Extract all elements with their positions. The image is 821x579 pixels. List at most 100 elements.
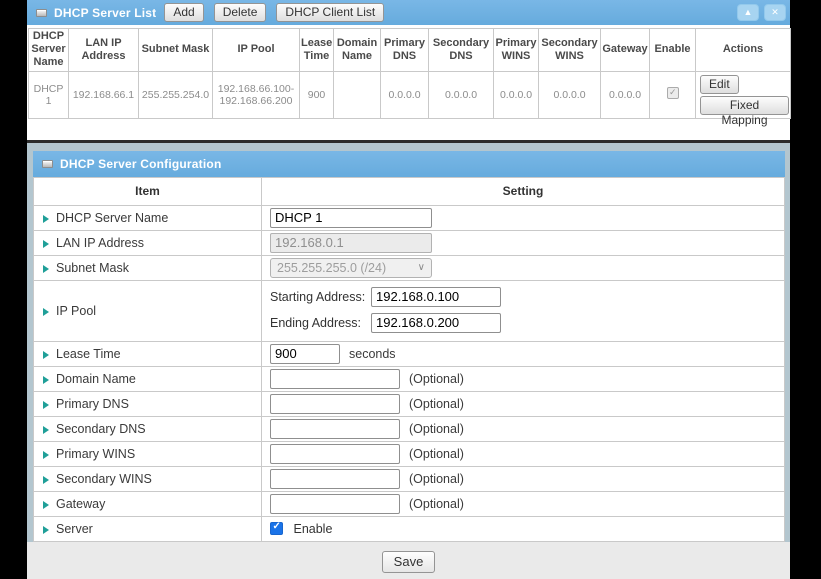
cell-primary-wins: 0.0.0.0 xyxy=(494,71,539,118)
row-label: Subnet Mask xyxy=(56,261,129,275)
close-button[interactable]: ✕ xyxy=(764,4,786,21)
row-label: DHCP Server Name xyxy=(56,211,168,225)
dhcp-server-list-table: DHCP Server Name LAN IP Address Subnet M… xyxy=(28,28,791,119)
dhcp-server-configuration-panel: DHCP Server Configuration Item Setting D… xyxy=(27,143,790,542)
row-lease-time: Lease Time seconds xyxy=(34,341,785,366)
row-secondary-dns: Secondary DNS (Optional) xyxy=(34,416,785,441)
section-gap xyxy=(27,119,790,140)
row-label: Secondary WINS xyxy=(56,472,152,486)
setting-column-header: Setting xyxy=(262,177,785,205)
table-row: DHCP 1 192.168.66.1 255.255.254.0 192.16… xyxy=(29,71,791,118)
optional-hint: (Optional) xyxy=(409,397,464,411)
row-enable-checkbox xyxy=(667,87,679,99)
row-label: Server xyxy=(56,522,93,536)
page-content: DHCP Server List Add Delete DHCP Client … xyxy=(27,0,790,567)
window-controls: ▲ ✕ xyxy=(737,4,790,21)
row-label: Primary WINS xyxy=(56,447,135,461)
domain-name-input[interactable] xyxy=(270,369,400,389)
starting-address-label: Starting Address: xyxy=(270,290,371,304)
panel-title: DHCP Server List xyxy=(54,6,156,20)
row-dhcp-server-name: DHCP Server Name xyxy=(34,205,785,230)
panel-title: DHCP Server Configuration xyxy=(60,157,221,171)
lease-time-unit: seconds xyxy=(349,347,396,361)
optional-hint: (Optional) xyxy=(409,372,464,386)
row-label: Lease Time xyxy=(56,347,121,361)
column-header: IP Pool xyxy=(213,29,300,72)
collapse-button[interactable]: ▲ xyxy=(737,4,759,21)
column-header: Primary DNS xyxy=(381,29,429,72)
row-gateway: Gateway (Optional) xyxy=(34,491,785,516)
column-header: LAN IP Address xyxy=(69,29,139,72)
footer-bar: Save xyxy=(27,542,790,579)
row-domain-name: Domain Name (Optional) xyxy=(34,366,785,391)
optional-hint: (Optional) xyxy=(409,472,464,486)
row-label: Domain Name xyxy=(56,372,136,386)
cell-lan-ip: 192.168.66.1 xyxy=(69,71,139,118)
item-arrow-icon xyxy=(43,426,49,434)
secondary-dns-input[interactable] xyxy=(270,419,400,439)
collapse-icon: ▲ xyxy=(744,8,753,17)
item-arrow-icon xyxy=(43,526,49,534)
item-arrow-icon xyxy=(43,215,49,223)
cell-dhcp-server-name: DHCP 1 xyxy=(29,71,69,118)
delete-button[interactable]: Delete xyxy=(214,3,267,22)
fixed-mapping-button[interactable]: Fixed Mapping xyxy=(700,96,789,115)
column-header: Actions xyxy=(696,29,791,72)
lease-time-input[interactable] xyxy=(270,344,340,364)
cell-primary-dns: 0.0.0.0 xyxy=(381,71,429,118)
close-icon: ✕ xyxy=(771,8,779,17)
row-ip-pool: IP Pool Starting Address: Ending Address… xyxy=(34,280,785,341)
panel-icon xyxy=(36,9,47,17)
subnet-mask-select: 255.255.255.0 (/24) ∨ xyxy=(270,258,432,278)
cell-enable xyxy=(650,71,696,118)
column-header: Primary WINS xyxy=(494,29,539,72)
row-label: Primary DNS xyxy=(56,397,129,411)
ending-address-label: Ending Address: xyxy=(270,316,371,330)
row-primary-dns: Primary DNS (Optional) xyxy=(34,391,785,416)
column-header: Domain Name xyxy=(334,29,381,72)
lan-ip-address-input xyxy=(270,233,432,253)
optional-hint: (Optional) xyxy=(409,447,464,461)
secondary-wins-input[interactable] xyxy=(270,469,400,489)
save-button[interactable]: Save xyxy=(382,551,436,573)
primary-wins-input[interactable] xyxy=(270,444,400,464)
config-header-row: Item Setting xyxy=(34,177,785,205)
dhcp-server-list-header: DHCP Server List Add Delete DHCP Client … xyxy=(27,0,790,25)
add-button[interactable]: Add xyxy=(164,3,203,22)
row-label: IP Pool xyxy=(56,304,96,318)
column-header: Secondary DNS xyxy=(429,29,494,72)
subnet-mask-value: 255.255.255.0 (/24) xyxy=(277,261,386,275)
item-arrow-icon xyxy=(43,476,49,484)
item-arrow-icon xyxy=(43,401,49,409)
cell-actions: Edit Fixed Mapping xyxy=(696,71,791,118)
item-arrow-icon xyxy=(43,308,49,316)
dhcp-server-configuration-header: DHCP Server Configuration xyxy=(33,151,785,177)
gateway-input[interactable] xyxy=(270,494,400,514)
row-secondary-wins: Secondary WINS (Optional) xyxy=(34,466,785,491)
optional-hint: (Optional) xyxy=(409,422,464,436)
row-server: Server Enable xyxy=(34,516,785,541)
starting-address-input[interactable] xyxy=(371,287,501,307)
dhcp-server-configuration-table: Item Setting DHCP Server Name LAN IP Add… xyxy=(33,177,785,542)
item-arrow-icon xyxy=(43,501,49,509)
item-arrow-icon xyxy=(43,265,49,273)
optional-hint: (Optional) xyxy=(409,497,464,511)
row-subnet-mask: Subnet Mask 255.255.255.0 (/24) ∨ xyxy=(34,255,785,280)
primary-dns-input[interactable] xyxy=(270,394,400,414)
item-column-header: Item xyxy=(34,177,262,205)
cell-secondary-wins: 0.0.0.0 xyxy=(539,71,601,118)
column-header: Lease Time xyxy=(300,29,334,72)
dhcp-server-name-input[interactable] xyxy=(270,208,432,228)
cell-lease-time: 900 xyxy=(300,71,334,118)
server-enable-checkbox[interactable] xyxy=(270,522,283,535)
dhcp-client-list-button[interactable]: DHCP Client List xyxy=(276,3,384,22)
item-arrow-icon xyxy=(43,451,49,459)
item-arrow-icon xyxy=(43,376,49,384)
list-header-row: DHCP Server Name LAN IP Address Subnet M… xyxy=(29,29,791,72)
edit-button[interactable]: Edit xyxy=(700,75,739,94)
ending-address-input[interactable] xyxy=(371,313,501,333)
cell-domain-name xyxy=(334,71,381,118)
column-header: Subnet Mask xyxy=(139,29,213,72)
row-label: LAN IP Address xyxy=(56,236,144,250)
column-header: DHCP Server Name xyxy=(29,29,69,72)
